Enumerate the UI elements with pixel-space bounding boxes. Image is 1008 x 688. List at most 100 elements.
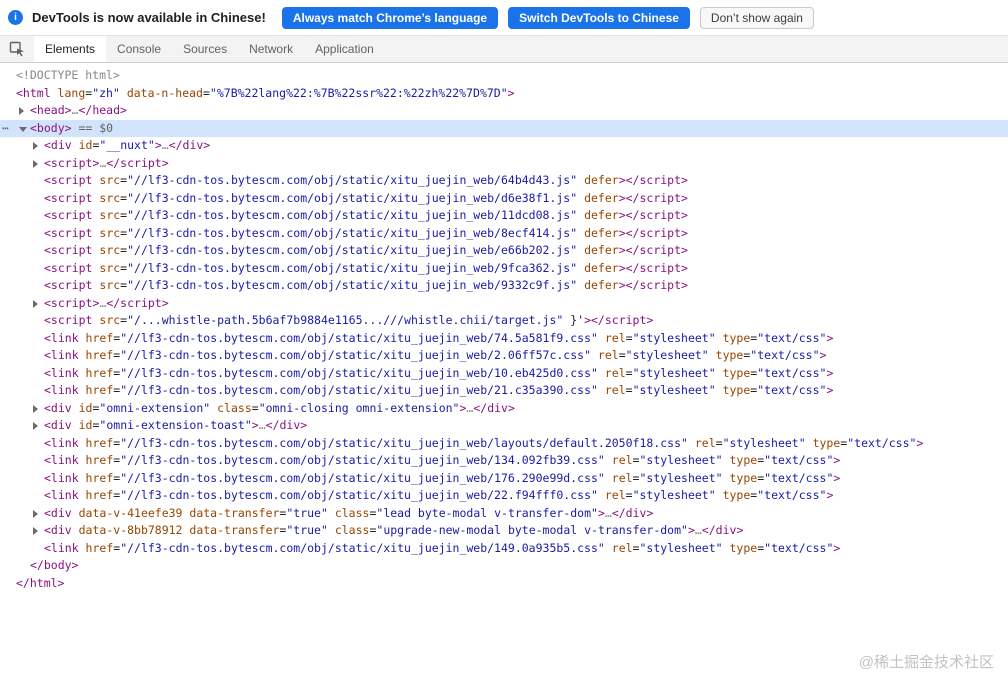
syntax-token: href (78, 330, 114, 345)
syntax-token: > (826, 383, 834, 397)
syntax-token: <head> (30, 103, 72, 117)
syntax-token: "//lf3-cdn-tos.bytescm.com/obj/static/xi… (127, 208, 578, 222)
dom-tree-row[interactable]: <script src="/...whistle-path.5b6af7b988… (0, 312, 1008, 330)
dom-tree-row-selected[interactable]: ⋯ <body> == $0 (0, 119, 1008, 138)
expand-arrow-icon[interactable] (33, 142, 38, 150)
syntax-token: defer (577, 278, 619, 292)
switch-devtools-chinese-button[interactable]: Switch DevTools to Chinese (508, 6, 690, 29)
syntax-token: <div (44, 523, 72, 537)
syntax-token: defer (577, 173, 619, 187)
dom-tree-row[interactable]: <script src="//lf3-cdn-tos.bytescm.com/o… (0, 225, 1008, 243)
expand-arrow-icon[interactable] (33, 299, 38, 308)
info-icon: i (8, 10, 23, 25)
syntax-token: <link (44, 470, 79, 485)
dom-tree-row[interactable]: <link href="//lf3-cdn-tos.bytescm.com/ob… (0, 435, 1008, 453)
syntax-token: ></script> (618, 260, 688, 275)
dom-tree-row[interactable]: <div data-v-8bb78912 data-transfer="true… (0, 522, 1008, 540)
dom-tree-row[interactable]: <html lang="zh" data-n-head="%7B%22lang%… (0, 85, 1008, 103)
syntax-token: "//lf3-cdn-tos.bytescm.com/obj/static/xi… (120, 453, 605, 467)
expand-arrow-icon[interactable] (33, 404, 38, 413)
syntax-token: <script (44, 260, 93, 275)
dom-tree-row[interactable]: <link href="//lf3-cdn-tos.bytescm.com/ob… (0, 452, 1008, 470)
inspect-element-icon[interactable] (0, 36, 34, 62)
syntax-token: = (625, 383, 633, 397)
syntax-token: … (694, 523, 702, 537)
syntax-token: "text/css" (764, 453, 834, 467)
dom-tree-row[interactable]: <script src="//lf3-cdn-tos.bytescm.com/o… (0, 207, 1008, 225)
syntax-token: == $0 (71, 120, 114, 135)
syntax-token: id (71, 418, 93, 432)
dom-tree-row[interactable]: <script src="//lf3-cdn-tos.bytescm.com/o… (0, 277, 1008, 295)
syntax-token: href (78, 383, 114, 397)
dom-tree-row[interactable]: <link href="//lf3-cdn-tos.bytescm.com/ob… (0, 540, 1008, 558)
tab-network[interactable]: Network (238, 36, 304, 62)
expand-arrow-icon[interactable] (19, 107, 24, 115)
syntax-token: ></script> (618, 190, 688, 205)
dom-tree-row[interactable]: <script>…</script> (0, 155, 1008, 173)
tab-application[interactable]: Application (304, 36, 385, 62)
more-actions-icon[interactable]: ⋯ (2, 120, 9, 138)
expand-arrow-icon[interactable] (33, 509, 38, 518)
syntax-token: defer (577, 208, 619, 222)
syntax-token: ></script> (584, 313, 654, 327)
match-chrome-language-button[interactable]: Always match Chrome’s language (281, 6, 499, 29)
dom-tree-row[interactable]: </html> (0, 575, 1008, 593)
syntax-token: "text/css" (757, 488, 827, 502)
dom-tree-row[interactable]: </body> (0, 557, 1008, 575)
dom-tree-row[interactable]: <link href="//lf3-cdn-tos.bytescm.com/ob… (0, 382, 1008, 400)
syntax-token: "text/css" (764, 470, 834, 485)
dom-tree-row[interactable]: <div data-v-41eefe39 data-transfer="true… (0, 505, 1008, 523)
syntax-token: ></script> (618, 243, 688, 257)
dom-tree-row[interactable]: <div id="omni-extension" class="omni-clo… (0, 400, 1008, 418)
syntax-token: ></script> (618, 278, 688, 292)
dom-tree-row[interactable]: <link href="//lf3-cdn-tos.bytescm.com/ob… (0, 330, 1008, 348)
dom-tree-row[interactable]: <script src="//lf3-cdn-tos.bytescm.com/o… (0, 172, 1008, 190)
syntax-token: rel (687, 435, 716, 450)
syntax-token: <script> (44, 155, 100, 170)
syntax-token: = (202, 85, 210, 100)
syntax-token: type (715, 383, 751, 397)
syntax-token: "omni-closing omni-extension" (258, 400, 460, 415)
syntax-token: rel (591, 348, 619, 362)
dom-tree-row[interactable]: <link href="//lf3-cdn-tos.bytescm.com/ob… (0, 365, 1008, 383)
dom-tree-row[interactable]: <div id="omni-extension-toast">…</div> (0, 417, 1008, 435)
tab-elements[interactable]: Elements (34, 36, 107, 62)
dom-tree-row[interactable]: <script src="//lf3-cdn-tos.bytescm.com/o… (0, 260, 1008, 278)
syntax-token: defer (577, 190, 619, 205)
collapse-arrow-icon[interactable] (19, 126, 27, 132)
tab-console[interactable]: Console (106, 36, 172, 62)
expand-arrow-icon[interactable] (33, 159, 38, 168)
syntax-token: <link (44, 330, 79, 345)
dom-tree-row[interactable]: <!DOCTYPE html> (0, 67, 1008, 85)
syntax-token: <script (44, 313, 93, 327)
syntax-token: <link (44, 365, 79, 380)
dom-tree-row[interactable]: <script>…</script> (0, 295, 1008, 313)
dom-tree-row[interactable]: <script src="//lf3-cdn-tos.bytescm.com/o… (0, 242, 1008, 260)
syntax-token: = (625, 365, 633, 380)
syntax-token: "text/css" (750, 348, 820, 362)
dom-tree-row[interactable]: <link href="//lf3-cdn-tos.bytescm.com/ob… (0, 347, 1008, 365)
syntax-token: <link (44, 348, 79, 362)
syntax-token: rel (604, 453, 633, 467)
syntax-token: rel (597, 330, 626, 345)
syntax-token: src (92, 208, 121, 222)
syntax-token: > (826, 488, 834, 502)
dont-show-again-button[interactable]: Don’t show again (699, 6, 814, 29)
tab-sources[interactable]: Sources (172, 36, 238, 62)
syntax-token: "stylesheet" (639, 453, 723, 467)
syntax-token: type (722, 470, 758, 485)
dom-tree-row[interactable]: <div id="__nuxt">…</div> (0, 137, 1008, 155)
expand-arrow-icon[interactable] (33, 527, 38, 535)
syntax-token: rel (597, 365, 626, 380)
syntax-token: rel (604, 470, 633, 485)
syntax-token: = (251, 400, 259, 415)
expand-arrow-icon[interactable] (33, 422, 38, 430)
syntax-token: > (687, 523, 695, 537)
dom-tree-row[interactable]: <head>…</head> (0, 102, 1008, 120)
syntax-token: "stylesheet" (632, 365, 716, 380)
dom-tree-row[interactable]: <link href="//lf3-cdn-tos.bytescm.com/ob… (0, 470, 1008, 488)
syntax-token: > (833, 540, 841, 555)
syntax-token: > (826, 365, 834, 380)
dom-tree-row[interactable]: <link href="//lf3-cdn-tos.bytescm.com/ob… (0, 487, 1008, 505)
dom-tree-row[interactable]: <script src="//lf3-cdn-tos.bytescm.com/o… (0, 190, 1008, 208)
